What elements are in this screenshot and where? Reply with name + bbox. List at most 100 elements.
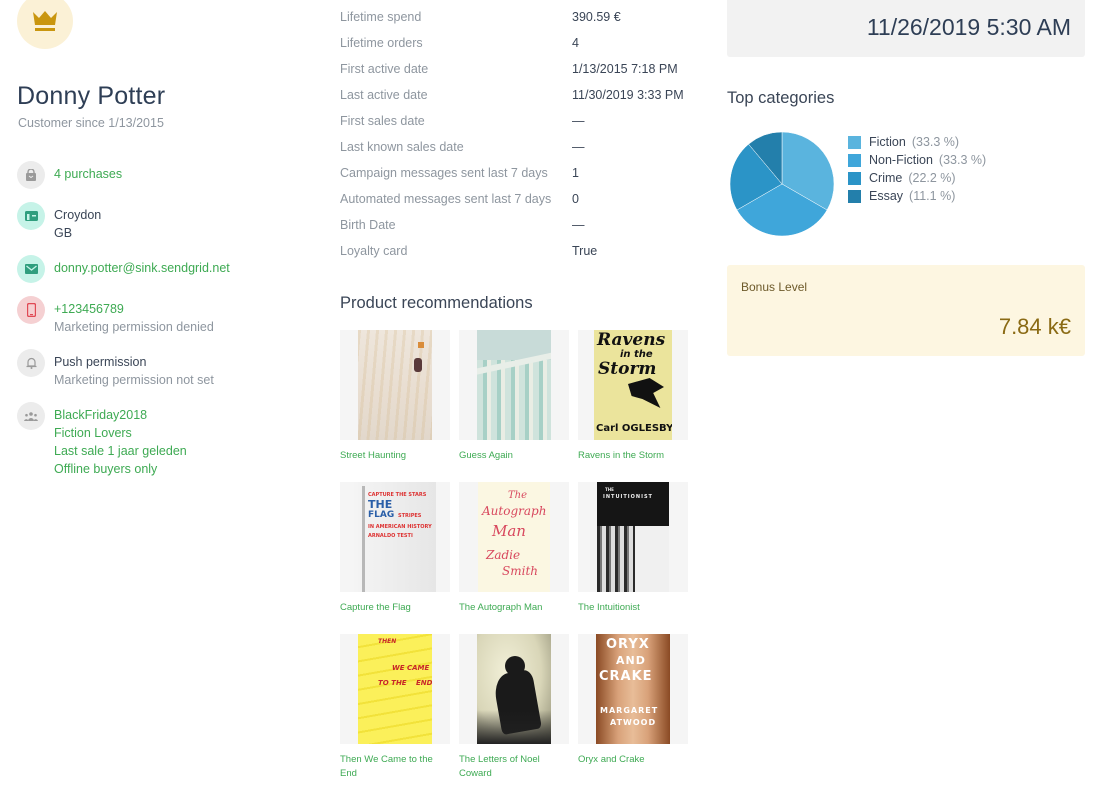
stat-value: 0 bbox=[572, 192, 579, 206]
cover-text: Zadie bbox=[486, 548, 521, 562]
stat-row: Loyalty card True bbox=[340, 238, 684, 264]
bonus-level-value: 7.84 k€ bbox=[998, 314, 1071, 339]
header-date: 11/26/2019 5:30 AM bbox=[866, 14, 1071, 40]
stat-row: Lifetime spend 390.59 € bbox=[340, 4, 684, 30]
legend-item: Non-Fiction (33.3 %) bbox=[848, 151, 986, 169]
address-item: Croydon GB bbox=[17, 202, 317, 242]
product-cover[interactable] bbox=[459, 634, 569, 744]
product-title-link[interactable]: Ravens in the Storm bbox=[578, 449, 688, 463]
stat-label: Loyalty card bbox=[340, 244, 408, 258]
product-title-link[interactable]: Capture the Flag bbox=[340, 601, 450, 615]
product-title-link[interactable]: The Autograph Man bbox=[459, 601, 569, 615]
legend-label: Essay bbox=[869, 189, 904, 203]
stat-row: First active date 1/13/2015 7:18 PM bbox=[340, 56, 684, 82]
stat-row: Last active date 11/30/2019 3:33 PM bbox=[340, 82, 684, 108]
cover-text: CRAKE bbox=[599, 669, 653, 684]
product-cover[interactable]: Ravens in the Storm Carl OGLESBY bbox=[578, 330, 688, 440]
legend-swatch bbox=[848, 135, 861, 149]
legend-label: Fiction bbox=[869, 135, 906, 149]
segments-item: BlackFriday2018 Fiction Lovers Last sale… bbox=[17, 402, 317, 478]
stat-row: Campaign messages sent last 7 days 1 bbox=[340, 160, 684, 186]
product-cover[interactable] bbox=[459, 330, 569, 440]
product-cover[interactable]: The Autograph Man Zadie Smith bbox=[459, 482, 569, 592]
stat-row: Lifetime orders 4 bbox=[340, 30, 684, 56]
stat-label: Last known sales date bbox=[340, 140, 464, 154]
legend-item: Fiction (33.3 %) bbox=[848, 133, 986, 151]
email-link[interactable]: donny.potter@sink.sendgrid.net bbox=[54, 259, 230, 277]
legend-item: Crime (22.2 %) bbox=[848, 169, 986, 187]
cover-text: Man bbox=[492, 522, 526, 540]
cover-text: ATWOOD bbox=[610, 718, 657, 727]
legend-percent: (33.3 %) bbox=[938, 153, 987, 167]
cover-text: WE CAME bbox=[392, 664, 430, 672]
customer-info-list: 4 purchases Croydon GB donny.potter@sink… bbox=[17, 161, 317, 491]
cover-text: ARNALDO TESTI bbox=[368, 533, 413, 539]
legend-percent: (22.2 %) bbox=[908, 171, 956, 185]
product-title-link[interactable]: The Letters of Noel Coward bbox=[459, 753, 569, 781]
pie-legend: Fiction (33.3 %) Non-Fiction (33.3 %) Cr… bbox=[848, 133, 986, 205]
legend-percent: (33.3 %) bbox=[911, 135, 960, 149]
bonus-level-label: Bonus Level bbox=[741, 280, 808, 294]
product-title-link[interactable]: Guess Again bbox=[459, 449, 569, 463]
stat-value: 1/13/2015 7:18 PM bbox=[572, 62, 678, 76]
stat-label: Last active date bbox=[340, 88, 428, 102]
stat-value: 4 bbox=[572, 36, 579, 50]
segment-link[interactable]: Fiction Lovers bbox=[54, 424, 187, 442]
recommendations-title: Product recommendations bbox=[340, 294, 533, 312]
bonus-level-card: Bonus Level 7.84 k€ bbox=[727, 265, 1085, 356]
cover-text: MARGARET bbox=[600, 706, 659, 715]
city-text: Croydon bbox=[54, 208, 102, 222]
product-cover[interactable]: CAPTURE THE STARS THE FLAG STRIPES IN AM… bbox=[340, 482, 450, 592]
product-card[interactable]: The Letters of Noel Coward bbox=[459, 634, 569, 786]
product-title-link[interactable]: Street Haunting bbox=[340, 449, 450, 463]
date-panel: 11/26/2019 5:30 AM bbox=[727, 0, 1085, 57]
stat-label: Birth Date bbox=[340, 218, 396, 232]
stat-label: Lifetime orders bbox=[340, 36, 423, 50]
cover-text: AND bbox=[616, 654, 646, 667]
stat-label: Lifetime spend bbox=[340, 10, 422, 24]
product-cover[interactable]: ORYX AND CRAKE MARGARET ATWOOD bbox=[578, 634, 688, 744]
product-card[interactable]: THE INTUITIONIST The Intuitionist bbox=[578, 482, 688, 634]
stat-row: Last known sales date — bbox=[340, 134, 684, 160]
product-card[interactable]: THEN WE CAME TO THE END Then We Came to … bbox=[340, 634, 450, 786]
product-card[interactable]: The Autograph Man Zadie Smith The Autogr… bbox=[459, 482, 569, 634]
stat-row: Automated messages sent last 7 days 0 bbox=[340, 186, 684, 212]
product-card[interactable]: Guess Again bbox=[459, 330, 569, 482]
push-permission-text: Marketing permission not set bbox=[54, 373, 214, 387]
stat-value: — bbox=[572, 218, 585, 232]
cover-text: Ravens bbox=[597, 330, 666, 350]
shopping-bag-icon bbox=[17, 161, 45, 189]
push-item: Push permission Marketing permission not… bbox=[17, 349, 317, 389]
top-categories-title: Top categories bbox=[727, 89, 835, 107]
cover-text: TO THE bbox=[378, 679, 407, 687]
product-title-link[interactable]: Then We Came to the End bbox=[340, 753, 450, 781]
product-cover[interactable]: THEN WE CAME TO THE END bbox=[340, 634, 450, 744]
product-card[interactable]: ORYX AND CRAKE MARGARET ATWOOD Oryx and … bbox=[578, 634, 688, 786]
mailbox-icon bbox=[17, 202, 45, 230]
product-card[interactable]: CAPTURE THE STARS THE FLAG STRIPES IN AM… bbox=[340, 482, 450, 634]
legend-label: Crime bbox=[869, 171, 903, 185]
segment-link[interactable]: Last sale 1 jaar geleden bbox=[54, 442, 187, 460]
envelope-icon bbox=[17, 255, 45, 283]
product-title-link[interactable]: The Intuitionist bbox=[578, 601, 688, 615]
stats-table: Lifetime spend 390.59 € Lifetime orders 4 … bbox=[340, 4, 684, 264]
email-item: donny.potter@sink.sendgrid.net bbox=[17, 255, 317, 283]
cover-text: THEN bbox=[378, 638, 397, 645]
customer-since: Customer since 1/13/2015 bbox=[18, 116, 164, 130]
customer-name: Donny Potter bbox=[17, 82, 166, 110]
phone-link[interactable]: +123456789 bbox=[54, 300, 214, 318]
crown-icon bbox=[33, 11, 57, 31]
product-cover[interactable]: THE INTUITIONIST bbox=[578, 482, 688, 592]
segment-link[interactable]: Offline buyers only bbox=[54, 460, 187, 478]
purchases-link[interactable]: 4 purchases bbox=[54, 165, 122, 183]
group-icon bbox=[17, 402, 45, 430]
legend-swatch bbox=[848, 189, 861, 203]
stat-label: First sales date bbox=[340, 114, 425, 128]
segment-link[interactable]: BlackFriday2018 bbox=[54, 406, 187, 424]
stat-value: 1 bbox=[572, 166, 579, 180]
product-card[interactable]: Ravens in the Storm Carl OGLESBY Ravens … bbox=[578, 330, 688, 482]
product-title-link[interactable]: Oryx and Crake bbox=[578, 753, 688, 767]
stat-label: Campaign messages sent last 7 days bbox=[340, 166, 548, 180]
product-cover[interactable] bbox=[340, 330, 450, 440]
product-card[interactable]: Street Haunting bbox=[340, 330, 450, 482]
